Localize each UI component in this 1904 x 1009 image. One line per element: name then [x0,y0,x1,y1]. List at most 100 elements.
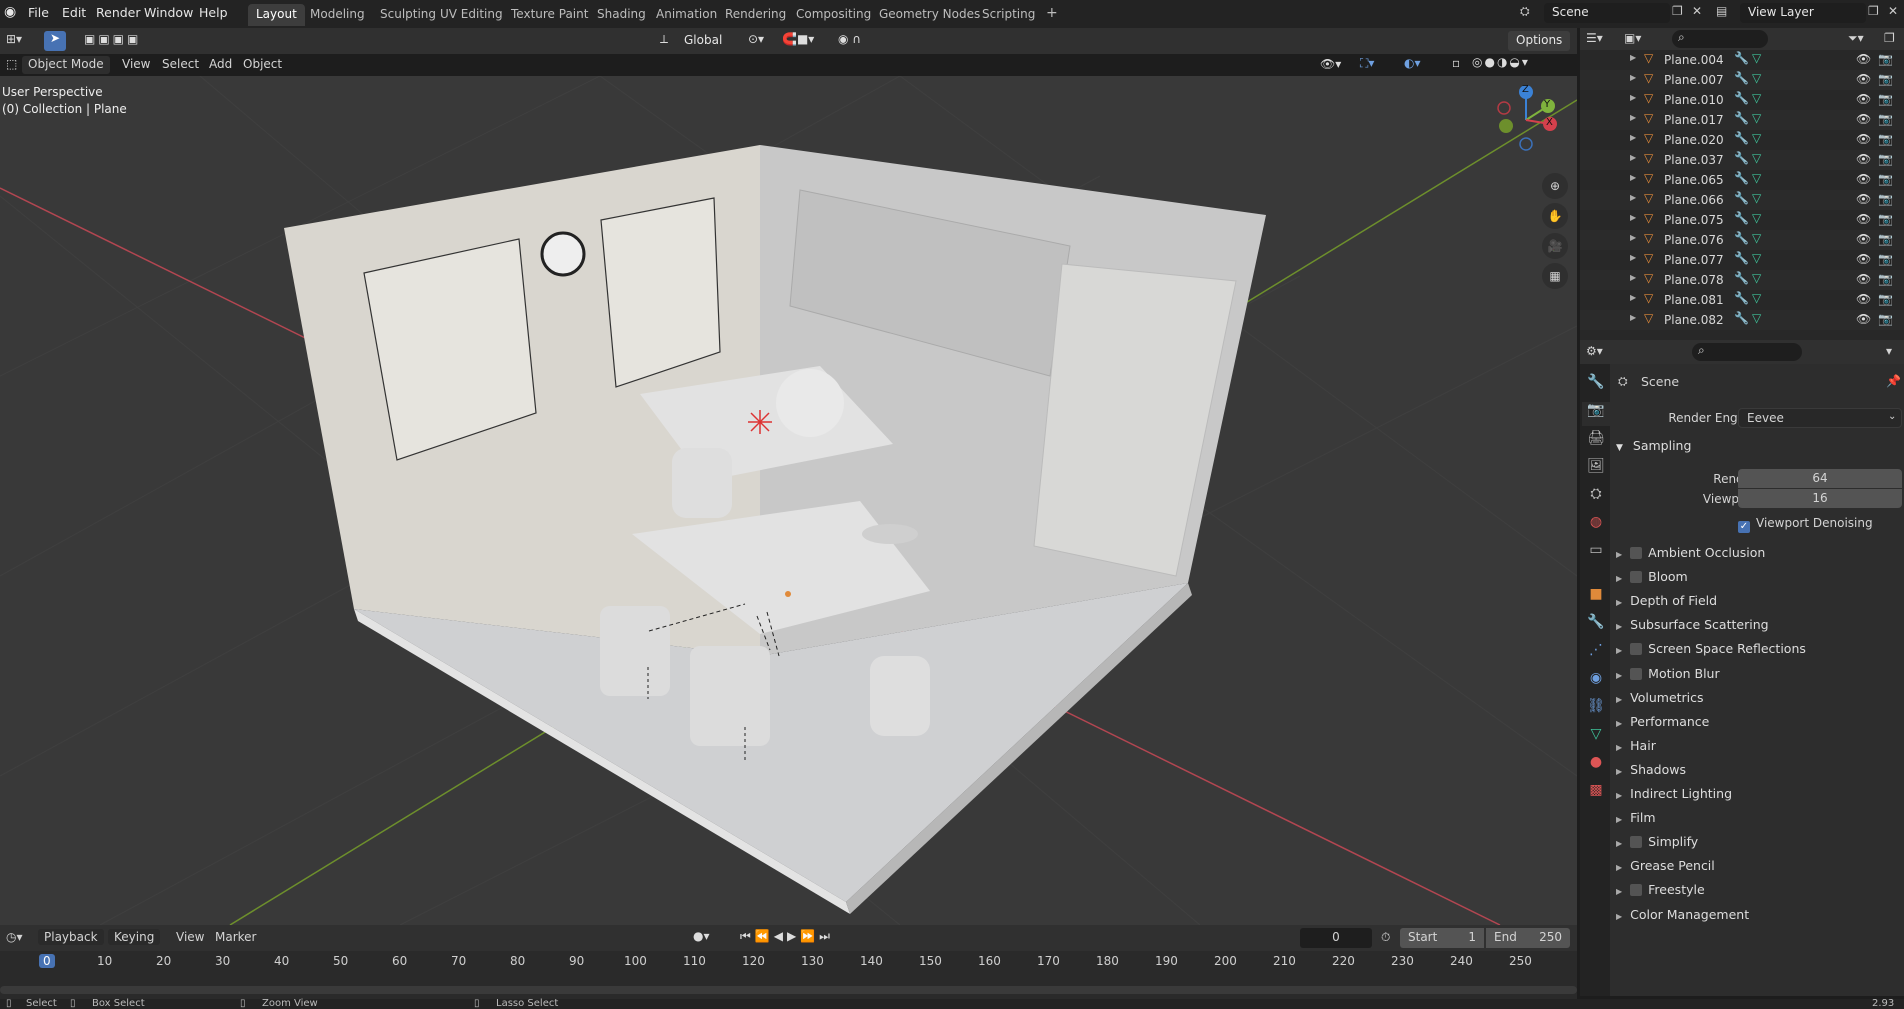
modifier-icon[interactable]: 🔧 [1734,251,1749,265]
modifier-icon[interactable]: 🔧 [1734,231,1749,245]
expand-arrow-icon[interactable]: ▶ [1630,313,1636,322]
viewport-menu-object[interactable]: Object [243,57,282,71]
mesh-data-icon[interactable]: ▽ [1752,291,1761,305]
outliner-row[interactable]: ▶ ▽ Plane.076 🔧 ▽ 👁 📷 [1580,230,1904,250]
playback-controls-icon[interactable]: ⏮⏪◀▶⏩⏭ [740,929,834,944]
render-camera-icon[interactable]: 📷 [1878,272,1893,286]
render-engine-select[interactable]: Eevee [1738,408,1902,428]
visibility-eye-icon[interactable]: 👁 [1856,192,1871,206]
outliner-item-name[interactable]: Plane.010 [1664,93,1724,107]
viewport-menu-add[interactable]: Add [209,57,232,71]
menu-help[interactable]: Help [199,5,228,20]
modifier-icon[interactable]: 🔧 [1734,191,1749,205]
expand-arrow-icon[interactable]: ▶ [1630,153,1636,162]
render-camera-icon[interactable]: 📷 [1878,252,1893,266]
sampling-panel-header[interactable]: ▼ Sampling [1612,438,1904,460]
tool-tab-icon[interactable]: 🔧 [1582,374,1610,398]
menu-edit[interactable]: Edit [62,5,86,20]
mesh-data-icon[interactable]: ▽ [1752,71,1761,85]
marker-menu[interactable]: Marker [215,930,256,944]
outliner-row[interactable]: ▶ ▽ Plane.077 🔧 ▽ 👁 📷 [1580,250,1904,270]
particles-tab-icon[interactable]: ⋰ [1582,642,1610,666]
outliner-row[interactable]: ▶ ▽ Plane.037 🔧 ▽ 👁 📷 [1580,150,1904,170]
mesh-data-icon[interactable]: ▽ [1752,111,1761,125]
visibility-eye-icon[interactable]: 👁 [1856,252,1871,266]
outliner-row[interactable]: ▶ ▽ Plane.082 🔧 ▽ 👁 📷 [1580,310,1904,330]
material-tab-icon[interactable]: ● [1582,754,1610,778]
auto-keying-icon[interactable]: ●▾ [693,929,710,943]
panel-freestyle[interactable]: ▶ Freestyle [1612,882,1904,904]
render-camera-icon[interactable]: 📷 [1878,132,1893,146]
delete-view-layer-icon[interactable]: ✕ [1888,4,1898,18]
panel-motion-blur[interactable]: ▶ Motion Blur [1612,666,1904,688]
expand-arrow-icon[interactable]: ▶ [1630,293,1636,302]
modifier-icon[interactable]: 🔧 [1734,151,1749,165]
outliner-item-name[interactable]: Plane.020 [1664,133,1724,147]
outliner-item-name[interactable]: Plane.037 [1664,153,1724,167]
expand-arrow-icon[interactable]: ▶ [1630,253,1636,262]
render-camera-icon[interactable]: 📷 [1878,172,1893,186]
filter-icon[interactable]: ⏷▾ [1848,31,1864,46]
modifier-icon[interactable]: 🔧 [1734,91,1749,105]
visibility-eye-icon[interactable]: 👁 [1856,92,1871,106]
outliner-item-name[interactable]: Plane.017 [1664,113,1724,127]
visibility-eye-icon[interactable]: 👁 [1856,312,1871,326]
pin-icon[interactable]: 📌 [1886,374,1901,388]
current-frame-marker[interactable]: 0 [39,954,55,968]
outliner-item-name[interactable]: Plane.066 [1664,193,1724,207]
camera-view-icon[interactable]: 🎥 [1542,233,1568,259]
outliner-item-name[interactable]: Plane.078 [1664,273,1724,287]
new-view-layer-icon[interactable]: ❐ [1868,4,1879,18]
render-tab-icon[interactable]: 📷 [1582,402,1610,426]
shading-modes-icon[interactable]: ◎●◑◒▾ [1472,55,1530,69]
visibility-eye-icon[interactable]: 👁 [1856,272,1871,286]
panel-performance[interactable]: ▶ Performance [1612,714,1904,736]
render-camera-icon[interactable]: 📷 [1878,52,1893,66]
outliner-item-name[interactable]: Plane.075 [1664,213,1724,227]
expand-arrow-icon[interactable]: ▶ [1630,193,1636,202]
expand-arrow-icon[interactable]: ▶ [1630,113,1636,122]
panel-bloom[interactable]: ▶ Bloom [1612,569,1904,591]
expand-arrow-icon[interactable]: ▶ [1630,93,1636,102]
mesh-data-icon[interactable]: ▽ [1752,231,1761,245]
outliner-row[interactable]: ▶ ▽ Plane.020 🔧 ▽ 👁 📷 [1580,130,1904,150]
expand-arrow-icon[interactable]: ▶ [1630,133,1636,142]
outliner-row[interactable]: ▶ ▽ Plane.078 🔧 ▽ 👁 📷 [1580,270,1904,290]
transform-orientation-select[interactable]: Global [676,31,740,51]
properties-search-input[interactable]: ⌕ [1692,343,1802,361]
delete-scene-icon[interactable]: ✕ [1692,4,1702,18]
render-camera-icon[interactable]: 📷 [1878,112,1893,126]
add-workspace-button[interactable]: + [1038,2,1066,24]
view-layer-tab-icon[interactable]: 🖼 [1582,458,1610,482]
render-camera-icon[interactable]: 📷 [1878,312,1893,326]
ortho-grid-icon[interactable]: ▦ [1542,263,1568,289]
outliner-item-name[interactable]: Plane.004 [1664,53,1724,67]
panel-color-management[interactable]: ▶ Color Management [1612,907,1904,929]
object-tab-icon[interactable]: ■ [1582,586,1610,610]
mesh-data-icon[interactable]: ▽ [1752,91,1761,105]
panel-checkbox[interactable] [1630,884,1643,897]
timeline-view-menu[interactable]: View [176,930,204,944]
collection-tab-icon[interactable]: ▭ [1582,542,1610,566]
object-mode-select[interactable]: Object Mode [22,56,110,74]
tab-animation[interactable]: Animation [648,4,725,26]
render-camera-icon[interactable]: 📷 [1878,292,1893,306]
visibility-eye-icon[interactable]: 👁 [1856,212,1871,226]
outliner-item-name[interactable]: Plane.082 [1664,313,1724,327]
tab-shading[interactable]: Shading [589,4,654,26]
panel-indirect-lighting[interactable]: ▶ Indirect Lighting [1612,786,1904,808]
panel-checkbox[interactable] [1630,571,1643,584]
expand-arrow-icon[interactable]: ▶ [1630,213,1636,222]
tab-scripting[interactable]: Scripting [974,4,1043,26]
tab-compositing[interactable]: Compositing [788,4,879,26]
keying-menu[interactable]: Keying [108,929,161,945]
panel-subsurface-scattering[interactable]: ▶ Subsurface Scattering [1612,617,1904,639]
timeline-editor-icon[interactable]: ◷▾ [6,930,23,944]
panel-hair[interactable]: ▶ Hair [1612,738,1904,760]
3d-viewport[interactable]: User Perspective (0) Collection | Plane … [0,76,1577,925]
panel-ambient-occlusion[interactable]: ▶ Ambient Occlusion [1612,545,1904,567]
overlay-toggle-icon[interactable]: ◐▾ [1404,56,1421,70]
world-tab-icon[interactable]: ◍ [1582,514,1610,538]
scene-tab-icon[interactable]: ⛭ [1582,486,1610,510]
viewport-samples-field[interactable]: 16 [1738,489,1902,508]
